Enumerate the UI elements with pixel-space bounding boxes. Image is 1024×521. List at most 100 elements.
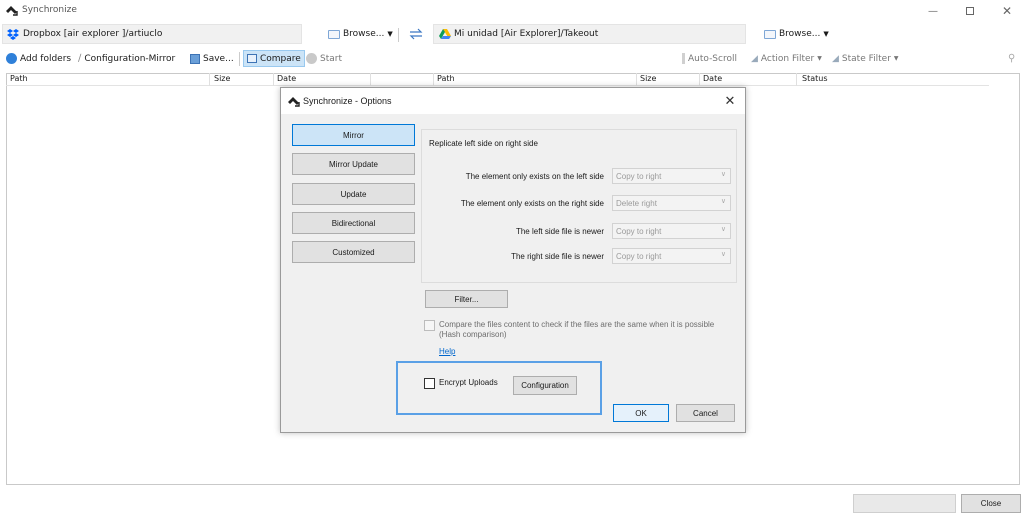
configuration-button[interactable]: Configuration: [513, 376, 577, 395]
options-group: Replicate left side on right side The el…: [421, 129, 737, 283]
right-path-text: Mi unidad [Air Explorer]/Takeout: [454, 29, 599, 39]
right-path-field[interactable]: Mi unidad [Air Explorer]/Takeout: [433, 24, 746, 44]
option-label-right-only: The element only exists on the right sid…: [460, 199, 604, 208]
column-status[interactable]: Status: [802, 74, 828, 83]
mode-customized-button[interactable]: Customized: [292, 241, 415, 263]
column-left-date[interactable]: Date: [277, 74, 296, 83]
folder-icon: [764, 29, 776, 39]
column-left-size[interactable]: Size: [214, 74, 230, 83]
save-button[interactable]: Save...: [190, 50, 234, 67]
compare-icon: [247, 54, 257, 63]
chevron-down-icon: ∨: [720, 226, 726, 233]
column-right-date[interactable]: Date: [703, 74, 722, 83]
mode-mirror-update-button[interactable]: Mirror Update: [292, 153, 415, 175]
encrypt-uploads-checkbox[interactable]: [424, 378, 435, 389]
hash-compare-checkbox[interactable]: [424, 320, 435, 331]
compare-button[interactable]: Compare: [243, 50, 305, 67]
configuration-label: Configuration-Mirror: [84, 53, 176, 64]
column-header: Path Size Date Path Size Date Status: [6, 73, 989, 86]
mode-bidirectional-button[interactable]: Bidirectional: [292, 212, 415, 234]
folder-icon: [328, 29, 340, 39]
start-button[interactable]: Start: [306, 50, 342, 67]
add-folders-button[interactable]: Add folders: [6, 50, 71, 67]
mode-description: Replicate left side on right side: [429, 139, 538, 148]
swap-sides-button[interactable]: [409, 26, 423, 42]
column-divider: [370, 73, 371, 86]
column-divider: [699, 73, 700, 86]
save-label: Save...: [203, 53, 234, 64]
cancel-button[interactable]: Cancel: [676, 404, 735, 422]
app-logo-icon: [288, 97, 300, 107]
column-divider: [796, 73, 797, 86]
search-button[interactable]: ⚲: [1008, 50, 1015, 67]
minimize-button[interactable]: —: [918, 2, 948, 20]
column-left-path[interactable]: Path: [10, 74, 28, 83]
compare-label: Compare: [260, 53, 301, 64]
option-select-left-only[interactable]: Copy to right ∨: [612, 168, 731, 184]
maximize-icon: [966, 7, 974, 15]
close-window-button[interactable]: ✕: [992, 2, 1022, 20]
option-select-left-newer[interactable]: Copy to right ∨: [612, 223, 731, 239]
state-filter-label: State Filter: [841, 53, 891, 64]
wrench-icon: ∕: [78, 53, 82, 64]
hash-compare-label: Compare the files content to check if th…: [439, 320, 715, 339]
chevron-down-icon: ▼: [823, 30, 829, 38]
scroll-icon: [682, 53, 685, 64]
chevron-down-icon: ▼: [387, 30, 393, 38]
mode-update-button[interactable]: Update: [292, 183, 415, 205]
window-title: Synchronize: [22, 5, 77, 15]
filter-button[interactable]: Filter...: [425, 290, 508, 308]
minimize-icon: —: [928, 5, 938, 17]
column-divider: [273, 73, 274, 86]
maximize-button[interactable]: [955, 2, 985, 20]
auto-scroll-label: Auto-Scroll: [688, 53, 737, 64]
save-icon: [190, 53, 200, 64]
dialog-close-button[interactable]: ✕: [721, 92, 739, 110]
help-link[interactable]: Help: [439, 347, 455, 356]
ok-button[interactable]: OK: [613, 404, 669, 422]
play-icon: [306, 53, 317, 64]
option-value: Copy to right: [616, 251, 662, 261]
column-right-path[interactable]: Path: [437, 74, 455, 83]
dialog-title-bar: Synchronize - Options ✕: [281, 88, 745, 114]
google-drive-icon: [439, 29, 451, 39]
toolbar: Add folders ∕ Configuration-Mirror Save.…: [0, 49, 1024, 69]
left-browse-button[interactable]: Browse... ▼: [328, 26, 393, 42]
configuration-button[interactable]: ∕ Configuration-Mirror: [78, 50, 175, 67]
chevron-down-icon: ∨: [720, 198, 726, 205]
chevron-down-icon: ∨: [720, 171, 726, 178]
options-dialog: Synchronize - Options ✕ Mirror Mirror Up…: [280, 87, 746, 433]
title-bar: Synchronize — ✕: [0, 0, 1024, 22]
close-icon: ✕: [724, 93, 736, 108]
dialog-title: Synchronize - Options: [303, 96, 392, 106]
left-browse-label: Browse...: [343, 29, 385, 39]
action-filter-label: Action Filter: [760, 53, 815, 64]
column-divider: [636, 73, 637, 86]
auto-scroll-toggle[interactable]: Auto-Scroll: [682, 50, 737, 67]
action-filter-button[interactable]: ◢ Action Filter ▼: [751, 50, 822, 67]
close-button[interactable]: Close: [961, 494, 1021, 513]
close-icon: ✕: [1001, 4, 1013, 18]
filter-icon: ◢: [751, 53, 758, 64]
column-divider: [433, 73, 434, 86]
left-path-field[interactable]: Dropbox [air explorer ]/artiuclo: [2, 24, 302, 44]
app-logo-icon: [6, 6, 18, 16]
option-label-left-newer: The left side file is newer: [515, 227, 604, 236]
mode-mirror-button[interactable]: Mirror: [292, 124, 415, 146]
separator: [239, 52, 240, 66]
option-select-right-newer[interactable]: Copy to right ∨: [612, 248, 731, 264]
swap-icon: [409, 28, 423, 40]
start-label: Start: [320, 53, 342, 64]
option-value: Copy to right: [616, 226, 662, 236]
column-divider: [209, 73, 210, 86]
chevron-down-icon: ▼: [817, 55, 822, 62]
option-label-left-only: The element only exists on the left side: [465, 172, 604, 181]
state-filter-button[interactable]: ◢ State Filter ▼: [832, 50, 899, 67]
option-select-right-only[interactable]: Delete right ∨: [612, 195, 731, 211]
left-path-text: Dropbox [air explorer ]/artiuclo: [23, 29, 163, 39]
dropbox-icon: [7, 29, 19, 40]
filter-icon: ◢: [832, 53, 839, 64]
column-right-size[interactable]: Size: [640, 74, 656, 83]
right-browse-button[interactable]: Browse... ▼: [764, 26, 829, 42]
right-browse-label: Browse...: [779, 29, 821, 39]
